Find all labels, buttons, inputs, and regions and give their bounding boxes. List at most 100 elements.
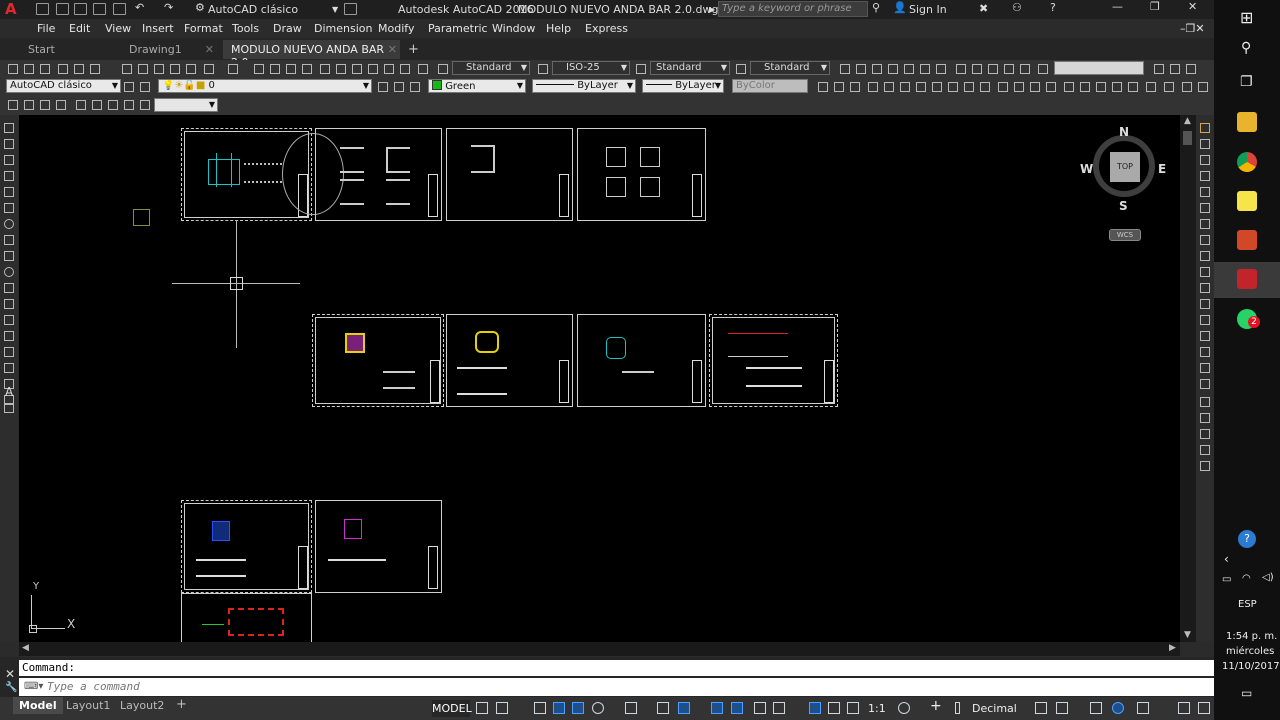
text-style-dropdown[interactable]: Standard ▼	[452, 61, 530, 75]
array-icon[interactable]	[1200, 187, 1210, 197]
menu-express[interactable]: Express	[585, 22, 628, 35]
compass-south[interactable]: S	[1119, 199, 1128, 213]
lineweight-icon[interactable]	[711, 702, 723, 714]
layout-tab-layout2[interactable]: Layout2	[114, 697, 170, 714]
chevron-down-icon[interactable]: ▼	[332, 5, 338, 14]
undo-icon[interactable]	[204, 64, 214, 74]
line-icon[interactable]	[4, 123, 14, 133]
rotate-icon[interactable]	[1200, 219, 1210, 229]
gradient-icon[interactable]	[4, 363, 14, 373]
annotation-visibility-icon[interactable]	[809, 702, 821, 714]
layer-properties-icon[interactable]	[140, 82, 150, 92]
solid-tool-icon[interactable]	[998, 82, 1008, 92]
break-icon[interactable]	[1200, 299, 1210, 309]
rectangle-icon[interactable]	[4, 187, 14, 197]
orbit-icon[interactable]	[1186, 64, 1196, 74]
menu-insert[interactable]: Insert	[142, 22, 174, 35]
zoom-window-icon[interactable]	[286, 64, 296, 74]
tab-modulo-nuevo-anda-bar[interactable]: MODULO NUEVO ANDA BAR 2.0 ✕	[223, 40, 400, 69]
modify-tool-icon[interactable]	[932, 82, 942, 92]
view-tool-icon[interactable]	[888, 64, 898, 74]
lock-ui-icon[interactable]	[955, 702, 960, 714]
sign-in-link[interactable]: Sign In	[909, 3, 947, 16]
close-icon[interactable]: ✕	[205, 43, 214, 56]
polygon-icon[interactable]	[4, 171, 14, 181]
modify-tool-icon[interactable]	[948, 82, 958, 92]
search-icon[interactable]: ⚲	[1241, 40, 1251, 56]
ortho-icon[interactable]	[572, 702, 584, 714]
dim-continue-icon[interactable]	[108, 100, 118, 110]
add-layout-button[interactable]: +	[170, 697, 193, 714]
hatch-icon[interactable]	[4, 347, 14, 357]
tool-palettes-icon[interactable]	[352, 64, 362, 74]
action-center-icon[interactable]: ▭	[1241, 686, 1252, 700]
app-menu-button[interactable]: A	[2, 0, 20, 18]
minimize-button[interactable]: —	[1112, 0, 1123, 13]
view-tool-icon[interactable]	[904, 64, 914, 74]
selection-cycling-icon[interactable]	[754, 702, 766, 714]
horizontal-scrollbar[interactable]: ◀ ▶	[19, 642, 1180, 656]
design-center-icon[interactable]	[336, 64, 346, 74]
layer-tool-icon[interactable]	[988, 64, 998, 74]
clock-time[interactable]: 1:54 p. m.	[1226, 631, 1277, 642]
windows-start-icon[interactable]: ⊞	[1240, 8, 1253, 27]
open-icon[interactable]	[24, 64, 34, 74]
lineweight-dropdown[interactable]: ByLayer ▼	[642, 79, 724, 93]
layer-tool-icon[interactable]	[1038, 64, 1048, 74]
render-icon[interactable]	[1198, 82, 1208, 92]
view-tool-icon[interactable]	[920, 64, 930, 74]
render-icon[interactable]	[1146, 82, 1156, 92]
save-icon[interactable]	[40, 64, 50, 74]
command-prompt-icon[interactable]: ⌨▾	[24, 681, 43, 692]
construction-line-icon[interactable]	[4, 139, 14, 149]
isolate-objects-icon[interactable]	[1090, 702, 1102, 714]
visual-style-icon[interactable]	[850, 82, 860, 92]
layer-dropdown[interactable]: 💡☀🔓■ 0 ▼	[158, 79, 372, 93]
customization-icon[interactable]	[1178, 702, 1190, 714]
menu-format[interactable]: Format	[184, 22, 223, 35]
search-input[interactable]: Type a keyword or phrase	[718, 1, 868, 17]
transparency-icon[interactable]	[731, 702, 743, 714]
stretch-icon[interactable]	[1200, 251, 1210, 261]
clock-day[interactable]: miércoles	[1226, 646, 1274, 657]
wifi-icon[interactable]: ◠	[1242, 573, 1251, 584]
insert-block-icon[interactable]	[4, 299, 14, 309]
modify-tool-icon[interactable]	[868, 82, 878, 92]
clock-date[interactable]: 11/10/2017	[1222, 661, 1280, 672]
layer-tool-icon[interactable]	[1020, 64, 1030, 74]
menu-view[interactable]: View	[105, 22, 131, 35]
close-button[interactable]: ✕	[1188, 0, 1197, 13]
dim-diameter-icon[interactable]	[76, 100, 86, 110]
dim-style-dropdown[interactable]: ISO-25 ▼	[552, 61, 630, 75]
exchange-icon[interactable]: ✖	[979, 2, 988, 15]
fillet-icon[interactable]	[1200, 347, 1210, 357]
block-editor-icon[interactable]	[186, 64, 196, 74]
compass-east[interactable]: E	[1158, 162, 1166, 176]
status-menu-icon[interactable]	[1198, 702, 1210, 714]
mirror-icon[interactable]	[1200, 155, 1210, 165]
scroll-up-icon[interactable]: ▲	[1184, 116, 1191, 126]
command-input[interactable]: Type a command	[19, 678, 1214, 696]
battery-icon[interactable]: ▭	[1222, 574, 1231, 585]
visual-style-icon[interactable]	[818, 82, 828, 92]
hardware-acceleration-icon[interactable]	[1112, 702, 1124, 714]
plot-icon[interactable]	[113, 3, 126, 15]
dim-aligned-icon[interactable]	[24, 100, 34, 110]
draworder-icon[interactable]	[1200, 413, 1210, 423]
menu-modify[interactable]: Modify	[378, 22, 414, 35]
offset-icon[interactable]	[1200, 171, 1210, 181]
markup-icon[interactable]	[384, 64, 394, 74]
clean-screen-icon[interactable]	[1137, 702, 1149, 714]
extend-icon[interactable]	[1200, 283, 1210, 293]
wcs-menu[interactable]: WCS	[1109, 229, 1141, 241]
sheet-set-icon[interactable]	[368, 64, 378, 74]
layer-previous-icon[interactable]	[394, 82, 404, 92]
viewcube-top-face[interactable]: TOP	[1110, 152, 1140, 182]
auto-scale-icon[interactable]	[828, 702, 840, 714]
menu-edit[interactable]: Edit	[69, 22, 90, 35]
visual-style-icon[interactable]	[834, 82, 844, 92]
solid-tool-icon[interactable]	[1128, 82, 1138, 92]
preview-icon[interactable]	[74, 64, 84, 74]
solid-tool-icon[interactable]	[1030, 82, 1040, 92]
isodraft-icon[interactable]	[625, 702, 637, 714]
